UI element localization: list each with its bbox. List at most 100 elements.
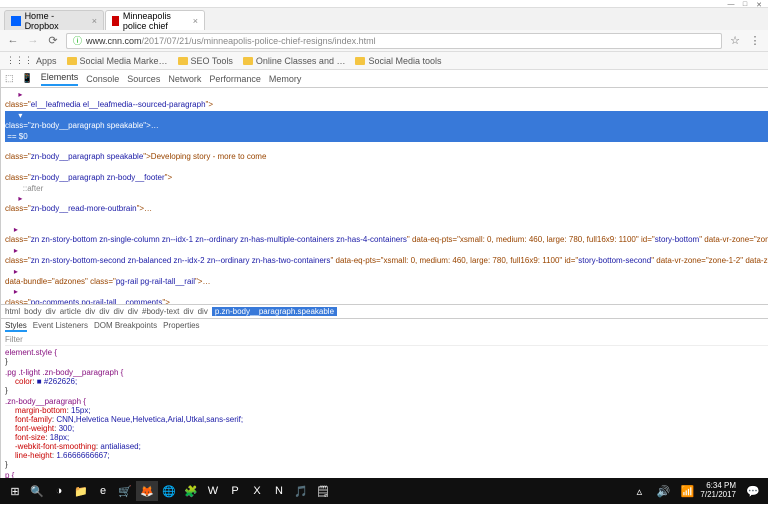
taskbar-app[interactable]: 🌐	[158, 481, 180, 501]
crumb-item[interactable]: #body-text	[142, 307, 179, 316]
tab-dom-breakpoints[interactable]: DOM Breakpoints	[94, 321, 157, 332]
css-value[interactable]: 300;	[59, 424, 75, 433]
tab-styles[interactable]: Styles	[5, 321, 27, 332]
crumb-item[interactable]: div	[198, 307, 208, 316]
dom-node[interactable]	[5, 215, 768, 225]
notifications-icon[interactable]: 💬	[742, 481, 764, 501]
css-value[interactable]: ■ #262626;	[37, 377, 77, 386]
css-prop[interactable]: -webkit-font-smoothing	[5, 442, 96, 451]
dom-node[interactable]: class="zn-body__paragraph zn-body__foote…	[5, 163, 768, 184]
bookmark-item[interactable]: SEO Tools	[178, 56, 233, 66]
taskbar-app[interactable]: 🦊	[136, 481, 158, 501]
folder-icon	[178, 57, 188, 65]
close-icon[interactable]: ×	[92, 16, 97, 26]
dom-breadcrumb[interactable]: htmlbodydivarticledivdivdivdiv#body-text…	[1, 304, 768, 318]
taskbar-app[interactable]: 🧩	[180, 481, 202, 501]
css-prop[interactable]: margin-bottom	[5, 406, 67, 415]
styles-pane[interactable]: Styles Event Listeners DOM Breakpoints P…	[1, 319, 768, 478]
taskbar-app[interactable]: W	[202, 481, 224, 501]
taskbar-app[interactable]: ⊞	[4, 481, 26, 501]
window-close[interactable]: ✕	[754, 1, 764, 7]
css-brace: }	[5, 386, 8, 395]
tab-performance[interactable]: Performance	[209, 74, 261, 84]
tab-memory[interactable]: Memory	[269, 74, 302, 84]
taskbar-app[interactable]: 🔍	[26, 481, 48, 501]
reload-button[interactable]: ⟳	[46, 34, 60, 48]
tab-dropbox[interactable]: Home - Dropbox ×	[4, 10, 104, 30]
crumb-item[interactable]: div	[128, 307, 138, 316]
dom-node[interactable]: ▸class="zn-body__read-more-outbrain">…	[5, 194, 768, 215]
tab-event-listeners[interactable]: Event Listeners	[33, 321, 88, 332]
crumb-item[interactable]: div	[45, 307, 55, 316]
taskbar-app[interactable]: X	[246, 481, 268, 501]
cnn-icon	[112, 16, 119, 26]
css-value[interactable]: 18px;	[50, 433, 70, 442]
bookmark-item[interactable]: Online Classes and …	[243, 56, 346, 66]
close-icon[interactable]: ×	[193, 16, 198, 26]
crumb-item[interactable]: article	[60, 307, 81, 316]
tab-properties[interactable]: Properties	[163, 321, 199, 332]
crumb-item[interactable]: html	[5, 307, 20, 316]
bookmark-item[interactable]: Social Media Marke…	[67, 56, 168, 66]
url-input[interactable]: ⓘ www.cnn.com /2017/07/21/us/minneapolis…	[66, 33, 722, 49]
device-icon[interactable]: 📱	[22, 73, 33, 84]
devtools-tabs: ⬚ 📱 Elements Console Sources Network Per…	[1, 70, 768, 88]
crumb-item[interactable]: div	[114, 307, 124, 316]
bookmark-apps[interactable]: ⋮⋮⋮Apps	[6, 55, 57, 66]
menu-icon[interactable]: ⋮	[748, 34, 762, 48]
dropbox-icon	[11, 16, 21, 26]
dom-node[interactable]: ::after	[5, 184, 768, 194]
crumb-item[interactable]: div	[85, 307, 95, 316]
taskbar-app[interactable]: 📁	[70, 481, 92, 501]
css-prop[interactable]: font-size	[5, 433, 45, 442]
css-prop[interactable]: line-height	[5, 451, 52, 460]
crumb-item-selected[interactable]: p.zn-body__paragraph.speakable	[212, 307, 337, 316]
back-button[interactable]: ←	[6, 34, 20, 48]
bookmark-item[interactable]: Social Media tools	[355, 56, 441, 66]
css-prop[interactable]: color	[5, 377, 32, 386]
crumb-item[interactable]: div	[183, 307, 193, 316]
dom-node[interactable]: ▸class="zn zn-story-bottom zn-single-col…	[5, 225, 768, 246]
dom-node[interactable]: ▸data-bundle="adzones" class="pg-rail pg…	[5, 267, 768, 288]
dom-node[interactable]: ▸class="zn zn-story-bottom-second zn-bal…	[5, 246, 768, 267]
tab-cnn[interactable]: Minneapolis police chief ×	[105, 10, 205, 30]
tab-elements[interactable]: Elements	[41, 72, 79, 86]
clock-date: 7/21/2017	[700, 491, 736, 500]
tray-icon[interactable]: ▵	[628, 481, 650, 501]
folder-icon	[243, 57, 253, 65]
taskbar-app[interactable]: ◑	[48, 481, 70, 501]
css-value[interactable]: antialiased;	[100, 442, 140, 451]
tray-icon[interactable]: 🔊	[652, 481, 674, 501]
star-icon[interactable]: ☆	[728, 34, 742, 48]
css-value[interactable]: CNN,Helvetica Neue,Helvetica,Arial,Utkal…	[56, 415, 243, 424]
taskbar-app[interactable]: N	[268, 481, 290, 501]
folder-icon	[355, 57, 365, 65]
tab-console[interactable]: Console	[86, 74, 119, 84]
styles-filter[interactable]: Filter	[5, 335, 23, 344]
taskbar-app[interactable]: P	[224, 481, 246, 501]
taskbar-clock[interactable]: 6:34 PM 7/21/2017	[700, 482, 740, 500]
dom-node[interactable]: class="zn-body__paragraph speakable">Dev…	[5, 142, 768, 163]
dom-node[interactable]: ▸class="pg-comments pg-rail-tall__commen…	[5, 287, 768, 304]
tray-icon[interactable]: 📶	[676, 481, 698, 501]
crumb-item[interactable]: body	[24, 307, 41, 316]
css-value[interactable]: 15px;	[71, 406, 91, 415]
url-host: www.cnn.com	[86, 36, 142, 46]
dom-node[interactable]: ▸class="el__leafmedia el__leafmedia--sou…	[5, 90, 768, 111]
taskbar-app[interactable]: e	[92, 481, 114, 501]
taskbar-app[interactable]: 🛒	[114, 481, 136, 501]
dom-node[interactable]: ▾class="zn-body__paragraph speakable">… …	[5, 111, 768, 142]
taskbar-app[interactable]: 🗒	[312, 481, 334, 501]
css-value[interactable]: 1.6666666667;	[56, 451, 109, 460]
css-prop[interactable]: font-weight	[5, 424, 54, 433]
tab-sources[interactable]: Sources	[127, 74, 160, 84]
tab-network[interactable]: Network	[168, 74, 201, 84]
dom-tree[interactable]: ▸class="el__leafmedia el__leafmedia--sou…	[1, 88, 768, 304]
window-maximize[interactable]: □	[740, 1, 750, 7]
inspect-icon[interactable]: ⬚	[5, 73, 14, 84]
crumb-item[interactable]: div	[99, 307, 109, 316]
css-prop[interactable]: font-family	[5, 415, 52, 424]
address-bar: ← → ⟳ ⓘ www.cnn.com /2017/07/21/us/minne…	[0, 30, 768, 52]
window-minimize[interactable]: —	[726, 1, 736, 7]
taskbar-app[interactable]: 🎵	[290, 481, 312, 501]
